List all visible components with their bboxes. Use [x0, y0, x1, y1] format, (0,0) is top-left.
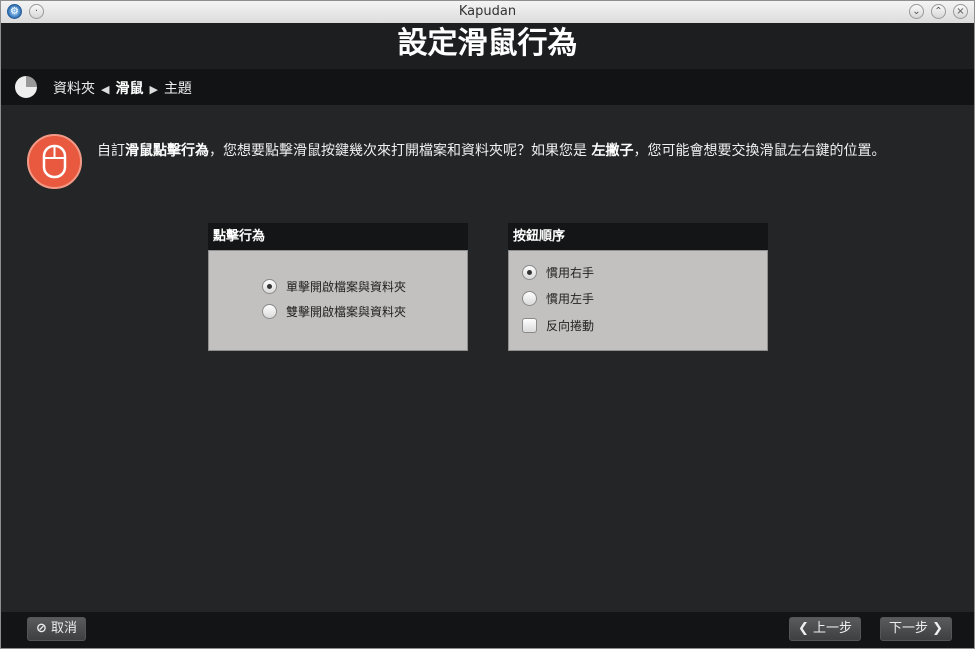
breadcrumb-item-folders: 資料夾 — [53, 81, 95, 97]
cancel-button[interactable]: ⊘ 取消 — [27, 617, 87, 641]
arrow-left-icon: ◀ — [101, 83, 110, 96]
single-click-option[interactable]: 單擊開啟檔案與資料夾 — [262, 278, 406, 296]
footer-bar: ⊘ 取消 ❮ 上一步 下一步 ❯ — [1, 612, 974, 648]
button-order-panel: 按鈕順序 慣用右手 慣用左手 反向捲動 — [508, 223, 768, 351]
back-button[interactable]: ❮ 上一步 — [789, 617, 862, 641]
next-button[interactable]: 下一步 ❯ — [880, 617, 953, 641]
reverse-scroll-label: 反向捲動 — [546, 319, 595, 333]
cancel-label: 取消 — [51, 621, 78, 636]
mouse-icon — [27, 134, 82, 189]
breadcrumb-item-theme: 主題 — [163, 81, 192, 97]
page-title: 設定滑鼠行為 — [397, 26, 578, 61]
kapudan-window: ⚙ · Kapudan ⌄ ⌃ × 設定滑鼠行為 資料夾 ◀ 滑鼠 ▶ 主題 自訂滑鼠點… — [0, 0, 975, 649]
intro-text-post: ，您可能會想要交換滑鼠左右鍵的位置。 — [633, 143, 886, 159]
intro-text-mid: ，您想要點擊滑鼠按鍵幾次來打開檔案和資料夾呢？如果您是 — [209, 143, 587, 159]
intro-text-bold-click: 滑鼠點擊行為 — [125, 143, 209, 159]
chevron-left-icon: ❮ — [798, 621, 809, 636]
click-behavior-title: 點擊行為 — [208, 223, 468, 250]
next-label: 下一步 — [889, 621, 929, 636]
click-behavior-body: 單擊開啟檔案與資料夾 雙擊開啟檔案與資料夾 — [208, 250, 468, 351]
page-header: 設定滑鼠行為 — [1, 23, 974, 69]
pie-progress-icon — [15, 76, 37, 98]
button-order-body: 慣用右手 慣用左手 反向捲動 — [508, 250, 768, 351]
double-click-label: 雙擊開啟檔案與資料夾 — [286, 305, 407, 319]
button-order-title: 按鈕順序 — [508, 223, 768, 250]
radio-unselected-icon[interactable] — [522, 291, 537, 306]
minimize-icon[interactable]: ⌄ — [909, 4, 924, 19]
title-bar: ⚙ · Kapudan ⌄ ⌃ × — [1, 1, 974, 24]
breadcrumb: 資料夾 ◀ 滑鼠 ▶ 主題 — [1, 69, 974, 105]
double-click-option[interactable]: 雙擊開啟檔案與資料夾 — [262, 303, 406, 321]
cancel-icon: ⊘ — [36, 621, 47, 636]
radio-unselected-icon[interactable] — [262, 304, 277, 319]
single-click-label: 單擊開啟檔案與資料夾 — [286, 280, 407, 294]
reverse-scroll-option[interactable]: 反向捲動 — [522, 317, 594, 335]
left-handed-option[interactable]: 慣用左手 — [522, 290, 594, 308]
checkbox-icon[interactable] — [522, 318, 537, 333]
breadcrumb-item-mouse: 滑鼠 — [115, 81, 144, 97]
radio-selected-icon[interactable] — [262, 279, 277, 294]
right-handed-option[interactable]: 慣用右手 — [522, 264, 594, 282]
intro-text-pre: 自訂 — [97, 143, 125, 159]
back-label: 上一步 — [813, 621, 853, 636]
breadcrumb-items: 資料夾 ◀ 滑鼠 ▶ 主題 — [53, 78, 192, 98]
arrow-right-icon: ▶ — [149, 83, 158, 96]
left-handed-label: 慣用左手 — [546, 292, 595, 306]
click-behavior-panel: 點擊行為 單擊開啟檔案與資料夾 雙擊開啟檔案與資料夾 — [208, 223, 468, 351]
close-icon[interactable]: × — [953, 4, 968, 19]
intro-description: 自訂滑鼠點擊行為，您想要點擊滑鼠按鍵幾次來打開檔案和資料夾呢？如果您是 左撇子，… — [97, 142, 957, 161]
window-title: Kapudan — [458, 4, 517, 19]
radio-selected-icon[interactable] — [522, 265, 537, 280]
right-handed-label: 慣用右手 — [546, 266, 595, 280]
chevron-right-icon: ❯ — [932, 621, 944, 636]
maximize-icon[interactable]: ⌃ — [931, 4, 946, 19]
intro-text-bold-lefthand: 左撇子 — [591, 143, 634, 159]
